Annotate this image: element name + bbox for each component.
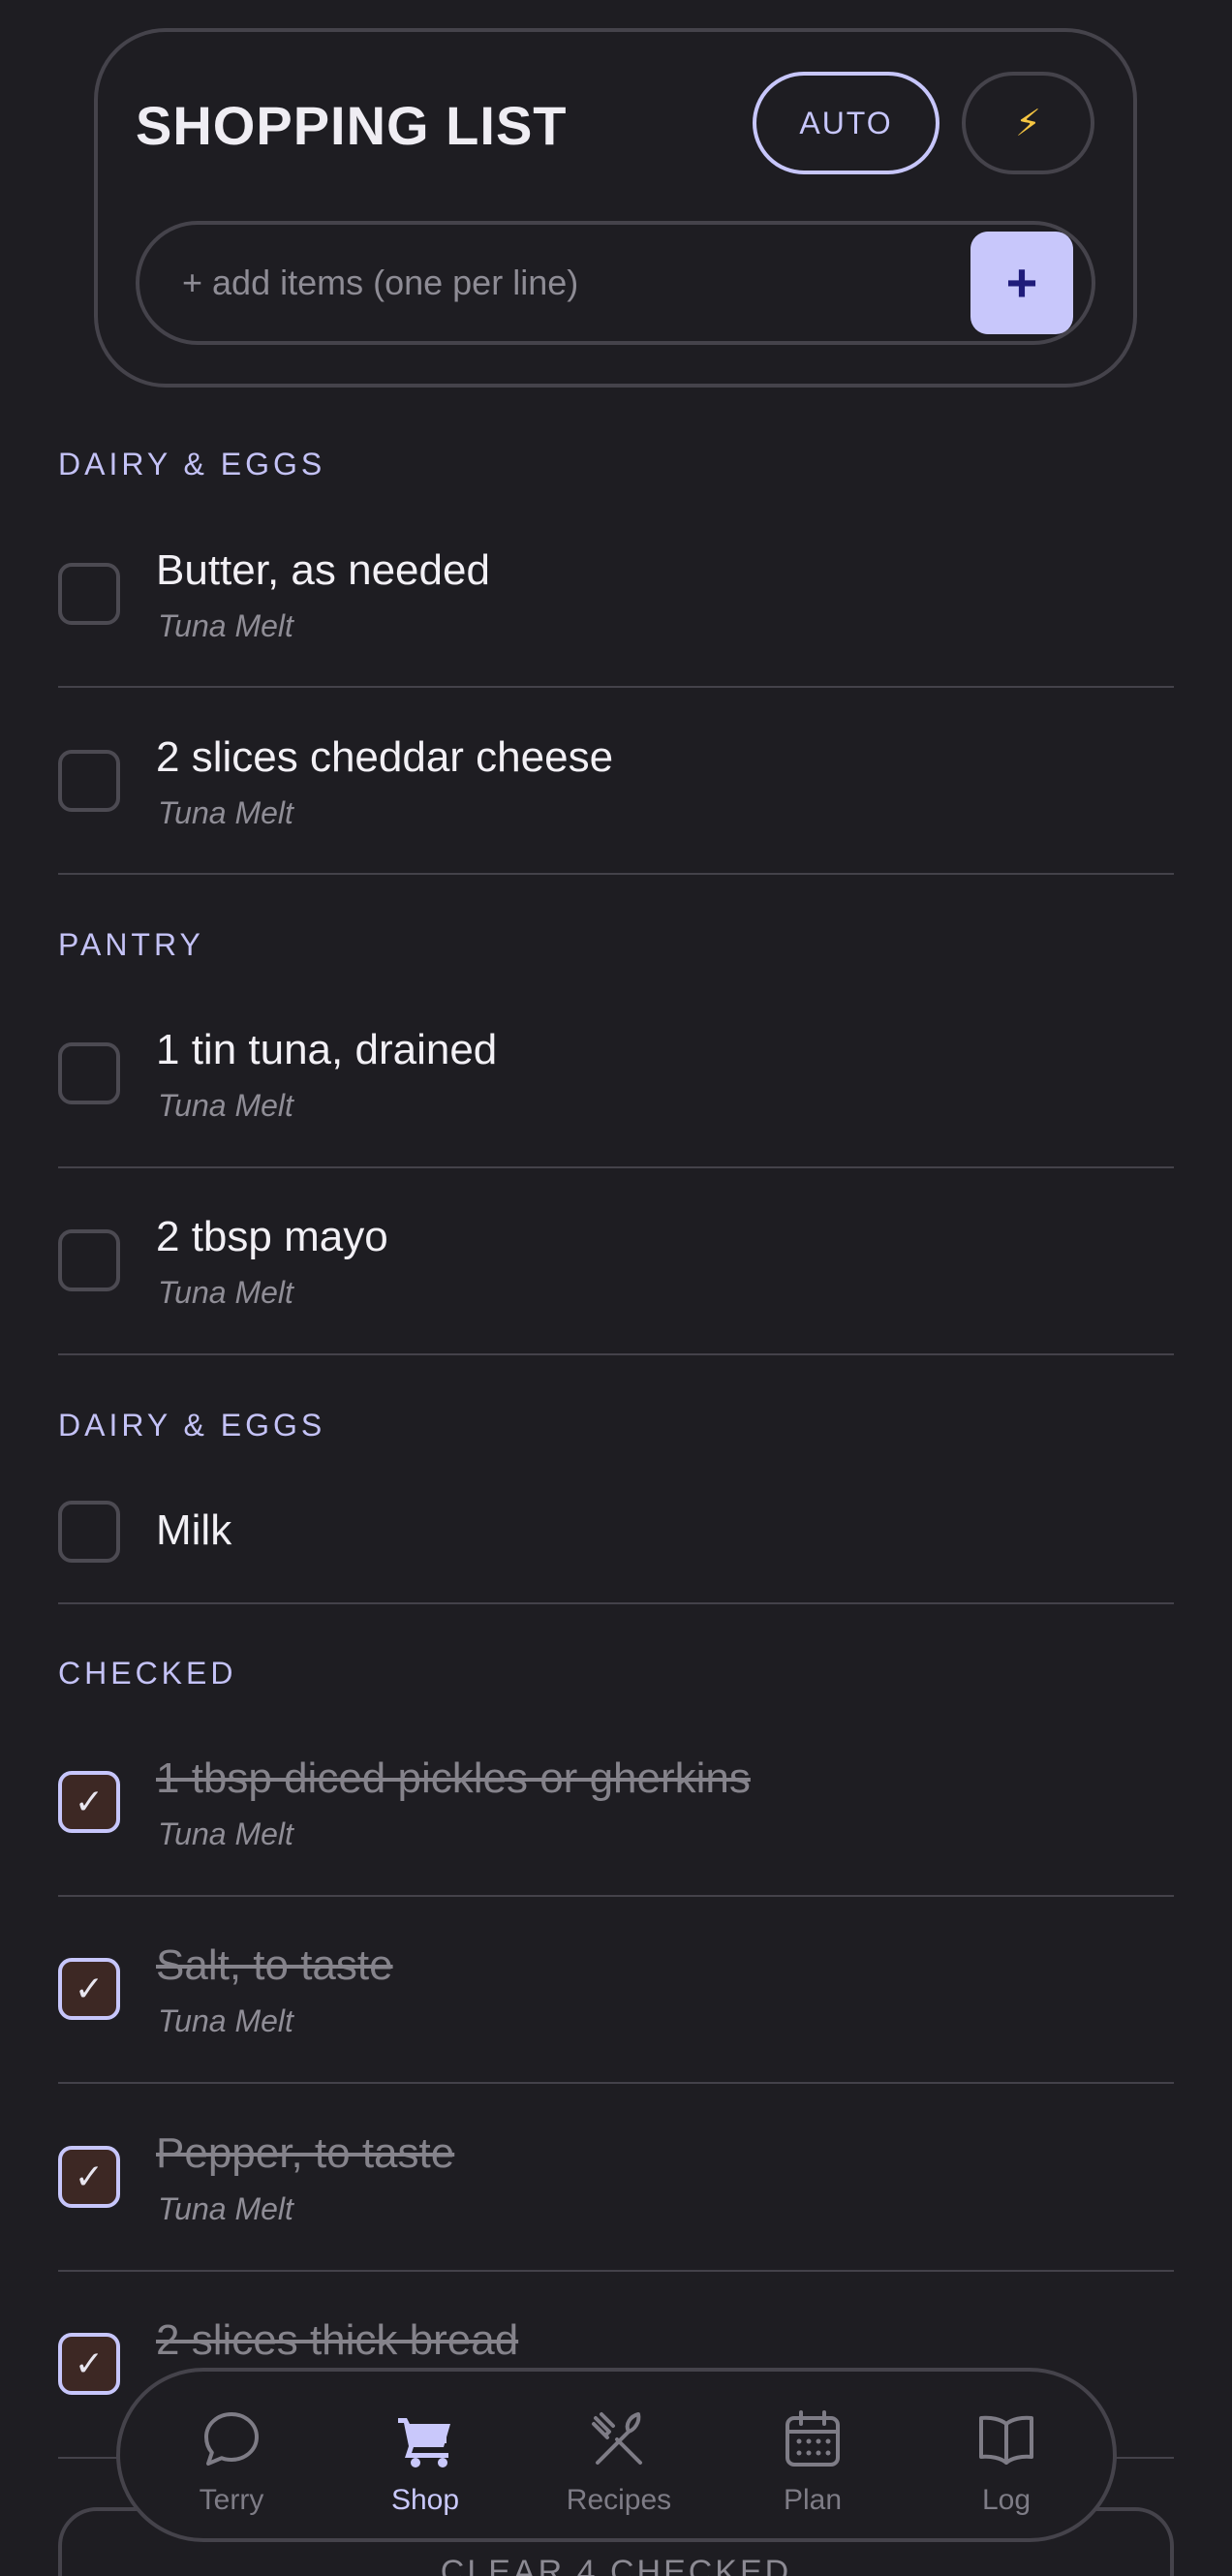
item-checkbox[interactable] xyxy=(58,1042,120,1104)
section-label-checked: CHECKED xyxy=(58,1656,237,1691)
fork-knife-icon xyxy=(592,2412,642,2465)
item-name: 1 tin tuna, drained xyxy=(156,1026,498,1073)
nav-label: Shop xyxy=(390,2484,460,2516)
add-items-input[interactable] xyxy=(182,225,957,341)
section-label-dairy-eggs: DAIRY & EGGS xyxy=(58,1408,326,1443)
add-items-field[interactable] xyxy=(136,221,1095,345)
nav-item-terry[interactable]: Terry xyxy=(149,2372,314,2538)
item-name: Butter, as needed xyxy=(156,546,490,594)
nav-item-plan[interactable]: Plan xyxy=(730,2372,895,2538)
divider xyxy=(58,873,1174,875)
cart-icon xyxy=(398,2418,450,2467)
item-checkbox-checked[interactable]: ✓ xyxy=(58,2146,120,2208)
list-item[interactable]: ✓ 1 tbsp diced pickles or gherkins Tuna … xyxy=(58,1743,1174,1898)
item-source: Tuna Melt xyxy=(158,1088,293,1123)
list-item[interactable]: Butter, as needed Tuna Melt xyxy=(58,535,1174,690)
add-items-button[interactable]: + xyxy=(970,232,1073,334)
item-name: 2 tbsp mayo xyxy=(156,1213,388,1260)
nav-label: Plan xyxy=(783,2484,843,2516)
item-name: Salt, to taste xyxy=(156,1941,393,1989)
item-checkbox-checked[interactable]: ✓ xyxy=(58,1771,120,1833)
auto-button[interactable]: AUTO xyxy=(753,72,939,174)
item-source: Tuna Melt xyxy=(158,795,293,830)
shopping-list-screen: SHOPPING LIST AUTO ⚡ + DAIRY & EGGS Butt… xyxy=(0,0,1232,2576)
item-checkbox[interactable] xyxy=(58,750,120,812)
item-checkbox-checked[interactable]: ✓ xyxy=(58,1958,120,2020)
item-checkbox[interactable] xyxy=(58,1229,120,1291)
divider xyxy=(58,1353,1174,1355)
divider xyxy=(58,1895,1174,1897)
list-item[interactable]: 2 tbsp mayo Tuna Melt xyxy=(58,1201,1174,1356)
list-item[interactable]: Milk xyxy=(58,1485,1174,1605)
list-item[interactable]: ✓ Salt, to taste Tuna Melt xyxy=(58,1930,1174,2085)
item-checkbox[interactable] xyxy=(58,1501,120,1563)
item-name: 2 slices thick bread xyxy=(156,2316,519,2364)
item-source: Tuna Melt xyxy=(158,1275,293,1310)
nav-label: Log xyxy=(981,2484,1032,2516)
nav-label: Recipes xyxy=(566,2484,672,2516)
section-label-pantry: PANTRY xyxy=(58,927,204,962)
page-title: SHOPPING LIST xyxy=(136,95,568,156)
divider xyxy=(58,686,1174,688)
item-name: Pepper, to taste xyxy=(156,2129,455,2177)
divider xyxy=(58,1166,1174,1168)
item-source: Tuna Melt xyxy=(158,1816,293,1851)
lightning-bolt-button[interactable]: ⚡ xyxy=(962,72,1094,174)
list-item[interactable]: 1 tin tuna, drained Tuna Melt xyxy=(58,1014,1174,1169)
nav-label: Terry xyxy=(199,2484,264,2516)
nav-item-log[interactable]: Log xyxy=(924,2372,1089,2538)
list-item[interactable]: 2 slices cheddar cheese Tuna Melt xyxy=(58,722,1174,877)
item-name: Milk xyxy=(156,1506,232,1554)
item-source: Tuna Melt xyxy=(158,2003,293,2038)
nav-item-recipes[interactable]: Recipes xyxy=(537,2372,701,2538)
chat-bubble-icon xyxy=(204,2412,259,2466)
divider xyxy=(58,2082,1174,2084)
item-source: Tuna Melt xyxy=(158,608,293,643)
item-checkbox-checked[interactable]: ✓ xyxy=(58,2333,120,2395)
calendar-icon xyxy=(785,2410,840,2467)
lightning-bolt-icon: ⚡ xyxy=(1015,103,1041,144)
nav-item-shop[interactable]: Shop xyxy=(343,2372,508,2538)
item-source: Tuna Melt xyxy=(158,2191,293,2226)
list-item[interactable]: ✓ Pepper, to taste Tuna Melt xyxy=(58,2118,1174,2273)
item-name: 2 slices cheddar cheese xyxy=(156,733,614,781)
divider xyxy=(58,2270,1174,2272)
book-icon xyxy=(979,2415,1033,2465)
item-checkbox[interactable] xyxy=(58,563,120,625)
divider xyxy=(58,1602,1174,1604)
item-name: 1 tbsp diced pickles or gherkins xyxy=(156,1754,751,1802)
bottom-nav: Terry Shop Recipes Plan Log xyxy=(116,2368,1117,2542)
section-label-dairy-eggs: DAIRY & EGGS xyxy=(58,447,326,481)
